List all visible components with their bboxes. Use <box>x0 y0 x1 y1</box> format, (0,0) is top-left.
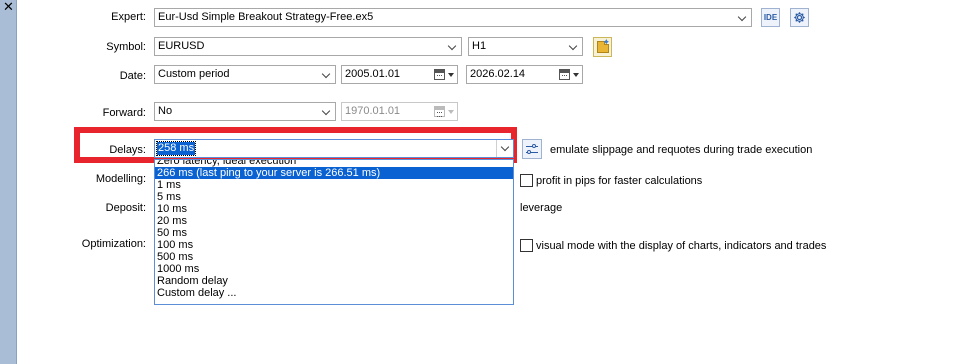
symbol-select[interactable]: EURUSD <box>154 37 462 56</box>
dropdown-option[interactable]: 100 ms <box>155 239 513 251</box>
modelling-label: Modelling: <box>95 173 146 185</box>
dropdown-option[interactable]: Random delay <box>155 275 513 287</box>
dropdown-option[interactable]: 1 ms <box>155 179 513 191</box>
timeframe-select[interactable]: H1 <box>468 37 583 56</box>
forward-select[interactable]: No <box>154 102 336 121</box>
star-icon: ✦ <box>602 37 610 47</box>
calendar-icon <box>434 69 445 80</box>
profit-in-pips-label: profit in pips for faster calculations <box>536 175 703 187</box>
date-label: Date: <box>119 70 146 82</box>
forward-value: No <box>158 105 173 117</box>
calendar-icon <box>434 106 445 117</box>
chevron-down-icon <box>444 38 461 55</box>
delays-hint: emulate slippage and requotes during tra… <box>550 144 813 156</box>
symbol-properties-button[interactable]: ✦ <box>593 37 612 57</box>
close-icon[interactable]: ✕ <box>3 0 14 13</box>
dropdown-arrow-icon <box>448 73 454 77</box>
date-from-value: 2005.01.01 <box>345 68 401 80</box>
dropdown-option[interactable]: 1000 ms <box>155 263 513 275</box>
visual-mode-checkbox[interactable] <box>520 239 533 252</box>
dropdown-option[interactable]: 500 ms <box>155 251 513 263</box>
dropdown-option[interactable]: 266 ms (last ping to your server is 266.… <box>155 167 513 179</box>
gear-button[interactable] <box>790 8 809 27</box>
dropdown-arrow-icon <box>573 73 579 77</box>
gear-icon <box>794 12 805 23</box>
dropdown-option[interactable]: Custom delay ... <box>155 287 513 299</box>
profit-in-pips-checkbox[interactable] <box>520 174 533 187</box>
timeframe-value: H1 <box>472 40 487 52</box>
forward-label: Forward: <box>102 107 146 119</box>
forward-date-picker: 1970.01.01 <box>341 102 458 121</box>
delays-select[interactable]: 258 ms <box>154 139 514 158</box>
dropdown-option[interactable]: 5 ms <box>155 191 513 203</box>
dropdown-option[interactable]: 50 ms <box>155 227 513 239</box>
visual-mode-label: visual mode with the display of charts, … <box>536 240 827 252</box>
delays-value: 258 ms <box>155 141 197 156</box>
delays-settings-button[interactable] <box>522 139 542 159</box>
dropdown-arrow-icon <box>448 110 454 114</box>
date-mode-value: Custom period <box>158 68 230 80</box>
date-from-picker[interactable]: 2005.01.01 <box>341 65 458 84</box>
chevron-down-icon <box>565 38 582 55</box>
date-to-value: 2026.02.14 <box>470 68 526 80</box>
chevron-down-icon <box>318 66 335 83</box>
expert-label: Expert: <box>111 11 146 23</box>
dropdown-option[interactable]: Zero latency, ideal execution <box>155 160 513 167</box>
date-mode-select[interactable]: Custom period <box>154 65 336 84</box>
chevron-down-icon <box>496 140 513 157</box>
delays-label: Delays: <box>109 144 146 156</box>
slider-knob <box>532 144 536 148</box>
chevron-down-icon <box>734 9 751 26</box>
slider-knob <box>527 150 531 154</box>
expert-select[interactable]: Eur-Usd Simple Breakout Strategy-Free.ex… <box>154 8 752 27</box>
leverage-label: leverage <box>520 202 563 214</box>
expert-value: Eur-Usd Simple Breakout Strategy-Free.ex… <box>158 11 374 23</box>
dropdown-option[interactable]: 20 ms <box>155 215 513 227</box>
symbol-label: Symbol: <box>106 41 146 53</box>
forward-date-value: 1970.01.01 <box>345 105 401 117</box>
dropdown-option[interactable]: 10 ms <box>155 203 513 215</box>
left-panel-strip: ✕ <box>0 0 17 364</box>
symbol-value: EURUSD <box>158 40 205 52</box>
date-to-picker[interactable]: 2026.02.14 <box>466 65 583 84</box>
ide-button[interactable]: IDE <box>761 8 780 27</box>
delays-dropdown-list[interactable]: Zero latency, ideal execution 266 ms (la… <box>154 159 514 305</box>
optimization-label: Optimization: <box>81 238 146 250</box>
deposit-label: Deposit: <box>105 202 146 214</box>
calendar-icon <box>559 69 570 80</box>
chevron-down-icon <box>318 103 335 120</box>
